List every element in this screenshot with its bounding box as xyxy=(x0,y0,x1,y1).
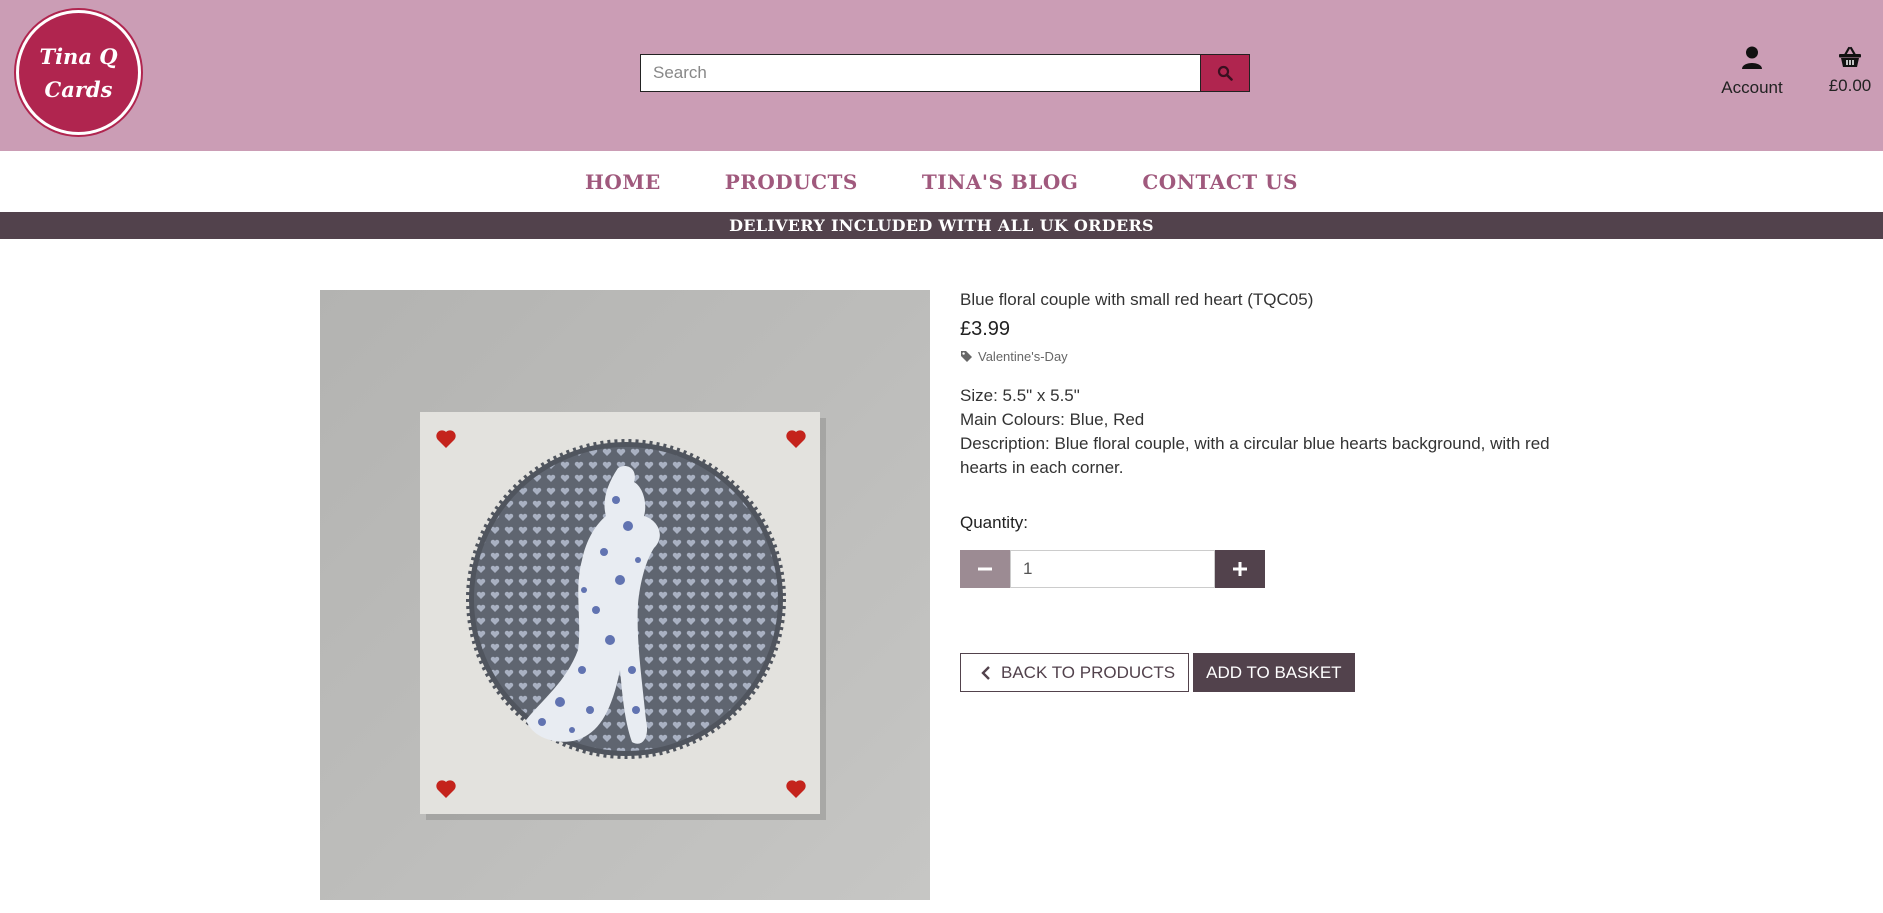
nav-item-blog[interactable]: TINA'S BLOG xyxy=(922,170,1079,194)
account-link[interactable]: Account xyxy=(1710,46,1794,98)
basket-icon xyxy=(1839,46,1861,67)
logo-text: Tina Q Cards xyxy=(39,43,118,102)
product-title: Blue floral couple with small red heart … xyxy=(960,290,1314,309)
site-logo[interactable]: Tina Q Cards xyxy=(16,10,141,135)
main-nav: HOME PRODUCTS TINA'S BLOG CONTACT US xyxy=(0,151,1883,212)
add-to-basket-button[interactable]: ADD TO BASKET xyxy=(1193,653,1355,692)
nav-item-products[interactable]: PRODUCTS xyxy=(725,170,858,194)
search-icon xyxy=(1217,65,1233,81)
product-description: Description: Blue floral couple, with a … xyxy=(960,434,1550,477)
chevron-left-icon xyxy=(981,665,990,680)
site-header: Tina Q Cards Account £0.00 xyxy=(0,0,1883,151)
decrement-button[interactable] xyxy=(960,550,1010,588)
product-info: Blue floral couple with small red heart … xyxy=(960,290,1570,692)
search-button[interactable] xyxy=(1200,54,1250,92)
minus-icon xyxy=(978,567,992,571)
basket-link[interactable]: £0.00 xyxy=(1822,46,1878,96)
back-label: BACK TO PRODUCTS xyxy=(1001,662,1176,682)
product-price: £3.99 xyxy=(960,318,1011,340)
product-image xyxy=(320,290,930,900)
product-details: Size: 5.5" x 5.5" Main Colours: Blue, Re… xyxy=(960,384,1570,480)
quantity-input[interactable] xyxy=(1010,550,1215,588)
product-colours: Main Colours: Blue, Red xyxy=(960,410,1145,429)
plus-icon xyxy=(1233,562,1247,576)
card-illustration xyxy=(320,290,930,900)
search-input[interactable] xyxy=(640,54,1200,92)
product-size: Size: 5.5" x 5.5" xyxy=(960,386,1080,405)
increment-button[interactable] xyxy=(1215,550,1265,588)
category-label[interactable]: Valentine's-Day xyxy=(978,349,1068,364)
search-form xyxy=(640,54,1250,92)
nav-item-contact[interactable]: CONTACT US xyxy=(1142,170,1298,194)
nav-item-home[interactable]: HOME xyxy=(585,170,661,194)
product-category[interactable]: Valentine's-Day xyxy=(960,349,1570,364)
account-label: Account xyxy=(1721,78,1783,97)
quantity-stepper xyxy=(960,550,1265,588)
tag-icon xyxy=(961,351,972,362)
product-actions: BACK TO PRODUCTS ADD TO BASKET xyxy=(960,653,1570,692)
user-icon xyxy=(1742,46,1762,69)
basket-total: £0.00 xyxy=(1828,76,1872,95)
quantity-label: Quantity: xyxy=(960,513,1029,532)
add-label: ADD TO BASKET xyxy=(1206,662,1342,682)
delivery-banner: DELIVERY INCLUDED WITH ALL UK ORDERS xyxy=(0,212,1883,239)
back-to-products-button[interactable]: BACK TO PRODUCTS xyxy=(960,653,1190,692)
